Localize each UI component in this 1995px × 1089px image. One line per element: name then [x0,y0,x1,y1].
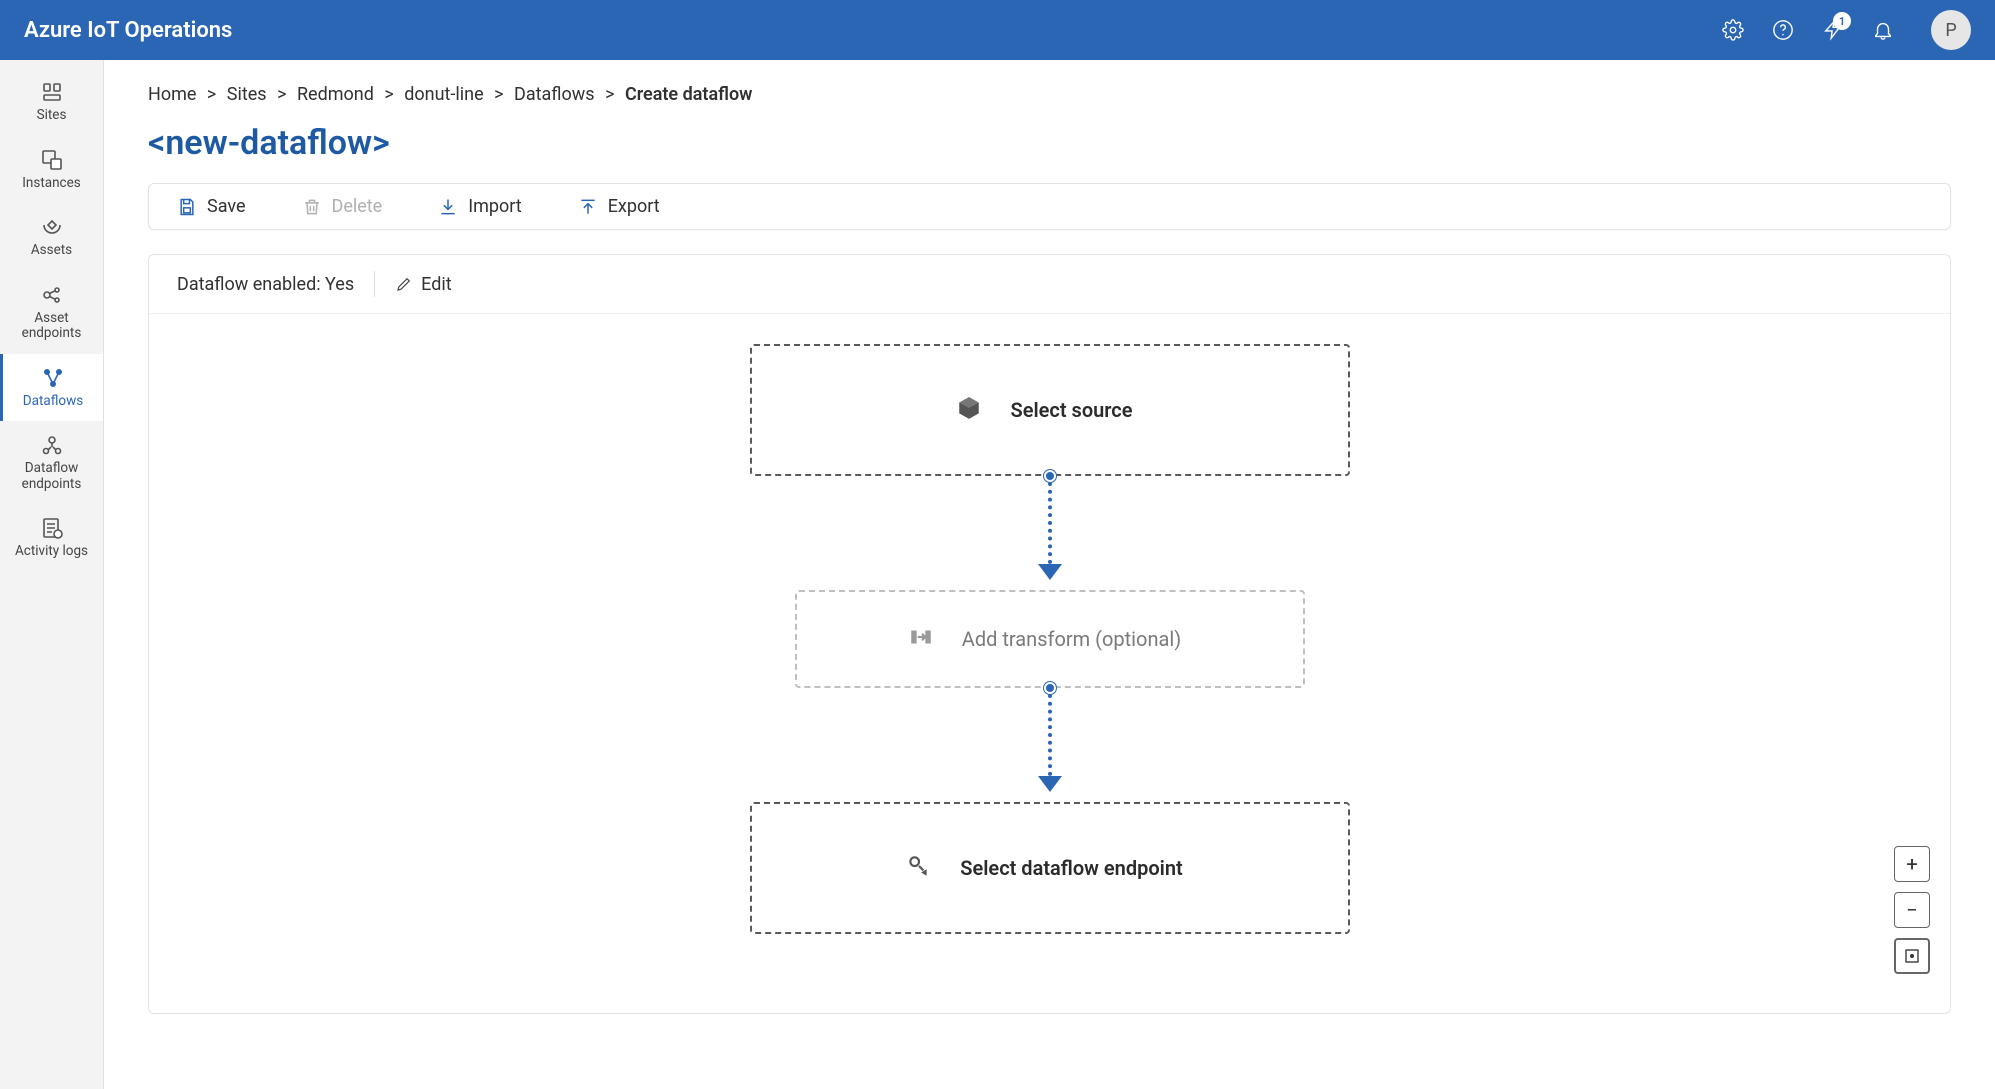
zoom-controls: + − [1894,846,1930,974]
delete-label: Delete [332,196,383,217]
zoom-fit-button[interactable] [1894,938,1930,974]
export-button[interactable]: Export [578,196,660,217]
import-button[interactable]: Import [438,196,521,217]
rail-item-instances[interactable]: Instances [0,136,103,204]
dataflow-canvas[interactable]: Select source Add transform (optional) [149,314,1950,994]
toolbar: Save Delete Import Export [148,183,1951,230]
import-label: Import [468,196,521,217]
rail-label: Dataflows [23,394,83,410]
fit-icon [1904,948,1920,964]
left-rail: Sites Instances Assets Asset endpoints D… [0,60,104,1089]
export-icon [578,197,598,217]
rail-item-asset-endpoints[interactable]: Asset endpoints [0,271,103,354]
breadcrumb-item[interactable]: Home [148,84,196,105]
ringer-icon[interactable]: 1 [1821,18,1845,42]
breadcrumb-item[interactable]: donut-line [404,84,483,105]
avatar[interactable]: P [1931,10,1971,50]
endpoint-icon [906,853,932,883]
import-icon [438,197,458,217]
destination-node[interactable]: Select dataflow endpoint [750,802,1350,934]
canvas-header: Dataflow enabled: Yes Edit [149,255,1950,314]
cube-icon [956,395,982,425]
destination-label: Select dataflow endpoint [960,856,1182,880]
transform-icon [908,624,934,654]
connector-1 [1038,476,1062,586]
rail-item-dataflow-endpoints[interactable]: Dataflow endpoints [0,421,103,504]
breadcrumb-sep: > [488,84,509,105]
source-node[interactable]: Select source [750,344,1350,476]
rail-item-activity-logs[interactable]: Activity logs [0,504,103,572]
rail-item-assets[interactable]: Assets [0,203,103,271]
delete-button: Delete [302,196,383,217]
save-button[interactable]: Save [177,196,246,217]
transform-label: Add transform (optional) [962,627,1181,651]
zoom-out-button[interactable]: − [1894,892,1930,928]
breadcrumb-sep: > [378,84,399,105]
divider [374,271,375,297]
zoom-in-button[interactable]: + [1894,846,1930,882]
main-content: Home > Sites > Redmond > donut-line > Da… [104,60,1995,1089]
breadcrumb: Home > Sites > Redmond > donut-line > Da… [148,84,1951,105]
top-actions: 1 P [1721,10,1971,50]
transform-node[interactable]: Add transform (optional) [795,590,1305,688]
breadcrumb-item[interactable]: Redmond [297,84,374,105]
enabled-label: Dataflow enabled: Yes [177,274,354,295]
delete-icon [302,197,322,217]
settings-icon[interactable] [1721,18,1745,42]
rail-label: Activity logs [15,544,88,560]
breadcrumb-sep: > [599,84,620,105]
breadcrumb-current: Create dataflow [625,84,752,105]
notifications-icon[interactable] [1871,18,1895,42]
help-icon[interactable] [1771,18,1795,42]
rail-label: Asset endpoints [6,311,98,342]
brand-title: Azure IoT Operations [24,18,1721,43]
rail-label: Assets [31,243,72,259]
top-bar: Azure IoT Operations 1 P [0,0,1995,60]
rail-item-sites[interactable]: Sites [0,68,103,136]
page-title: <new-dataflow> [148,123,1951,163]
breadcrumb-item[interactable]: Sites [227,84,267,105]
edit-button[interactable]: Edit [395,274,451,295]
export-label: Export [608,196,660,217]
breadcrumb-sep: > [201,84,222,105]
rail-label: Dataflow endpoints [6,461,98,492]
edit-icon [395,275,413,293]
save-label: Save [207,196,246,217]
save-icon [177,197,197,217]
source-label: Select source [1010,398,1132,422]
ringer-badge: 1 [1833,12,1851,30]
rail-label: Instances [22,176,81,192]
edit-label: Edit [421,274,451,295]
connector-2 [1038,688,1062,798]
rail-item-dataflows[interactable]: Dataflows [0,354,103,422]
breadcrumb-sep: > [271,84,292,105]
canvas-card: Dataflow enabled: Yes Edit Select source [148,254,1951,1014]
rail-label: Sites [37,108,67,124]
breadcrumb-item[interactable]: Dataflows [514,84,595,105]
